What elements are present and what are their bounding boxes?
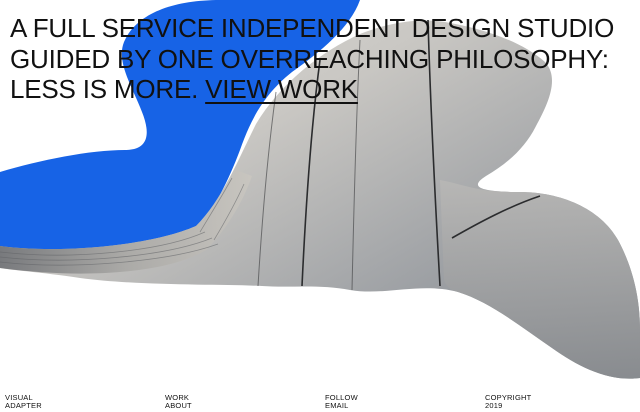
headline-line-2: GUIDED BY ONE OVERREACHING PHILOSOPHY: bbox=[10, 43, 609, 74]
footer-nav: WORK ABOUT bbox=[165, 394, 192, 410]
view-work-link[interactable]: VIEW WORK bbox=[205, 74, 358, 104]
footer-copyright: COPYRIGHT 2019 bbox=[485, 394, 531, 410]
headline-tagline: LESS IS MORE. bbox=[10, 74, 199, 104]
footer-copyright-year: 2019 bbox=[485, 401, 503, 410]
footer-contact: FOLLOW EMAIL bbox=[325, 394, 358, 410]
headline-line-1: A FULL SERVICE INDEPENDENT DESIGN STUDIO bbox=[10, 13, 615, 43]
facade-panel-shape bbox=[440, 180, 640, 379]
site-footer: VISUAL ADAPTER WORK ABOUT FOLLOW EMAIL C… bbox=[0, 394, 640, 412]
headline-line-3: LESS IS MORE. VIEW WORK bbox=[10, 74, 635, 105]
footer-brand: VISUAL ADAPTER bbox=[5, 394, 42, 410]
footer-brand-line-2: ADAPTER bbox=[5, 401, 42, 410]
hero-headline: A FULL SERVICE INDEPENDENT DESIGN STUDIO… bbox=[10, 13, 635, 105]
footer-about-link[interactable]: ABOUT bbox=[165, 402, 192, 410]
footer-email-link[interactable]: EMAIL bbox=[325, 402, 358, 410]
